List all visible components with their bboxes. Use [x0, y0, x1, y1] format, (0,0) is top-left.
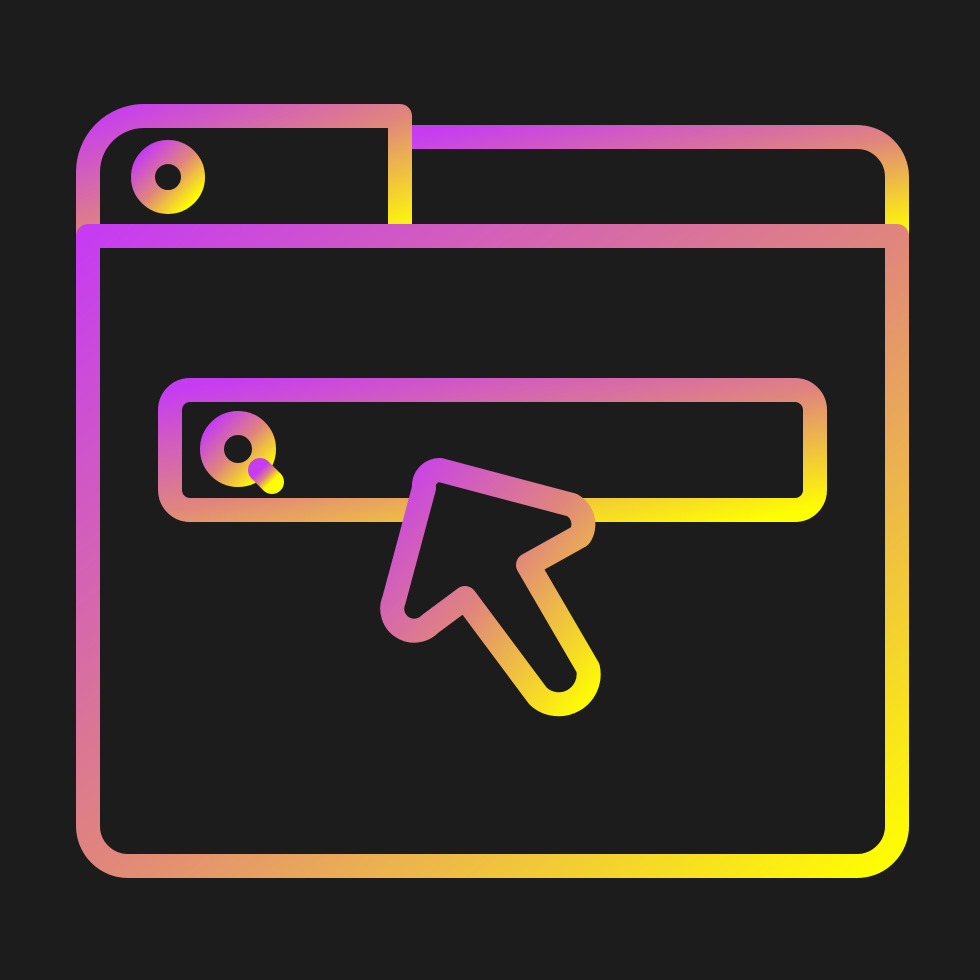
browser-search-click-icon	[0, 0, 980, 980]
icon-canvas	[0, 0, 980, 980]
plus-icon	[448, 160, 506, 218]
